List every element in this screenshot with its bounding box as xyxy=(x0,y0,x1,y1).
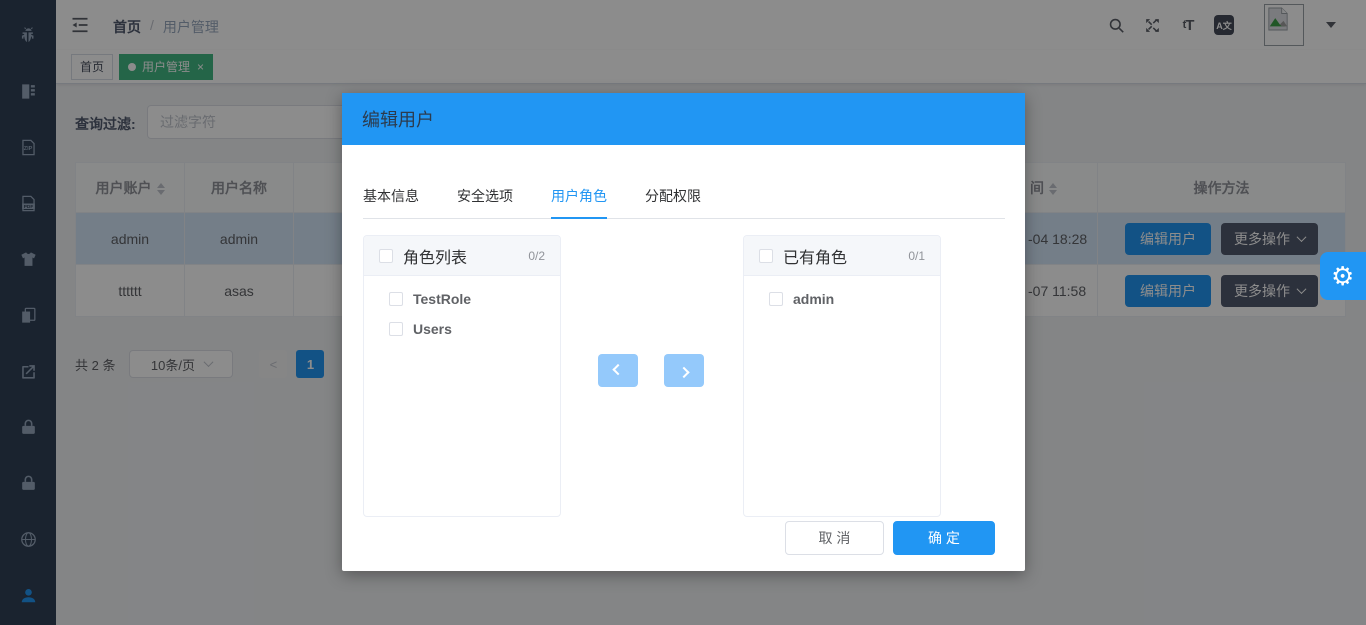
transfer-to-left-button[interactable] xyxy=(598,354,638,387)
item-checkbox[interactable] xyxy=(769,292,783,306)
settings-panel-button[interactable]: ⚙ xyxy=(1320,252,1366,300)
dialog-header: 编辑用户 xyxy=(342,93,1025,145)
transfer-source-count: 0/2 xyxy=(528,249,545,263)
select-all-checkbox[interactable] xyxy=(379,249,393,263)
tab-user-roles[interactable]: 用户角色 xyxy=(551,186,607,219)
transfer-source-panel: 角色列表 0/2 TestRole Users xyxy=(363,235,561,517)
dialog-tabs: 基本信息 安全选项 用户角色 分配权限 xyxy=(363,186,1005,219)
transfer-target-header: 已有角色 0/1 xyxy=(744,236,940,276)
chevron-right-icon xyxy=(678,366,689,377)
list-item[interactable]: TestRole xyxy=(364,284,560,314)
transfer-source-header: 角色列表 0/2 xyxy=(364,236,560,276)
edit-user-dialog: 编辑用户 基本信息 安全选项 用户角色 分配权限 角色列表 0/2 TestRo… xyxy=(342,93,1025,571)
transfer-target-panel: 已有角色 0/1 admin xyxy=(743,235,941,517)
gear-icon: ⚙ xyxy=(1331,261,1354,292)
confirm-button[interactable]: 确 定 xyxy=(893,521,995,555)
list-item[interactable]: admin xyxy=(744,284,940,314)
select-all-checkbox[interactable] xyxy=(759,249,773,263)
dialog-title: 编辑用户 xyxy=(362,106,434,132)
transfer-target-title: 已有角色 xyxy=(783,244,847,268)
list-item[interactable]: Users xyxy=(364,314,560,344)
item-checkbox[interactable] xyxy=(389,292,403,306)
tab-assign-permissions[interactable]: 分配权限 xyxy=(645,186,701,219)
cancel-button[interactable]: 取 消 xyxy=(785,521,884,555)
transfer-target-count: 0/1 xyxy=(908,249,925,263)
item-checkbox[interactable] xyxy=(389,322,403,336)
tab-security-options[interactable]: 安全选项 xyxy=(457,186,513,219)
tab-basic-info[interactable]: 基本信息 xyxy=(363,186,419,219)
transfer-source-title: 角色列表 xyxy=(403,244,467,268)
transfer-to-right-button[interactable] xyxy=(664,354,704,387)
chevron-left-icon xyxy=(612,363,623,374)
app-root: ZIP PDF 首页 / xyxy=(0,0,1366,625)
